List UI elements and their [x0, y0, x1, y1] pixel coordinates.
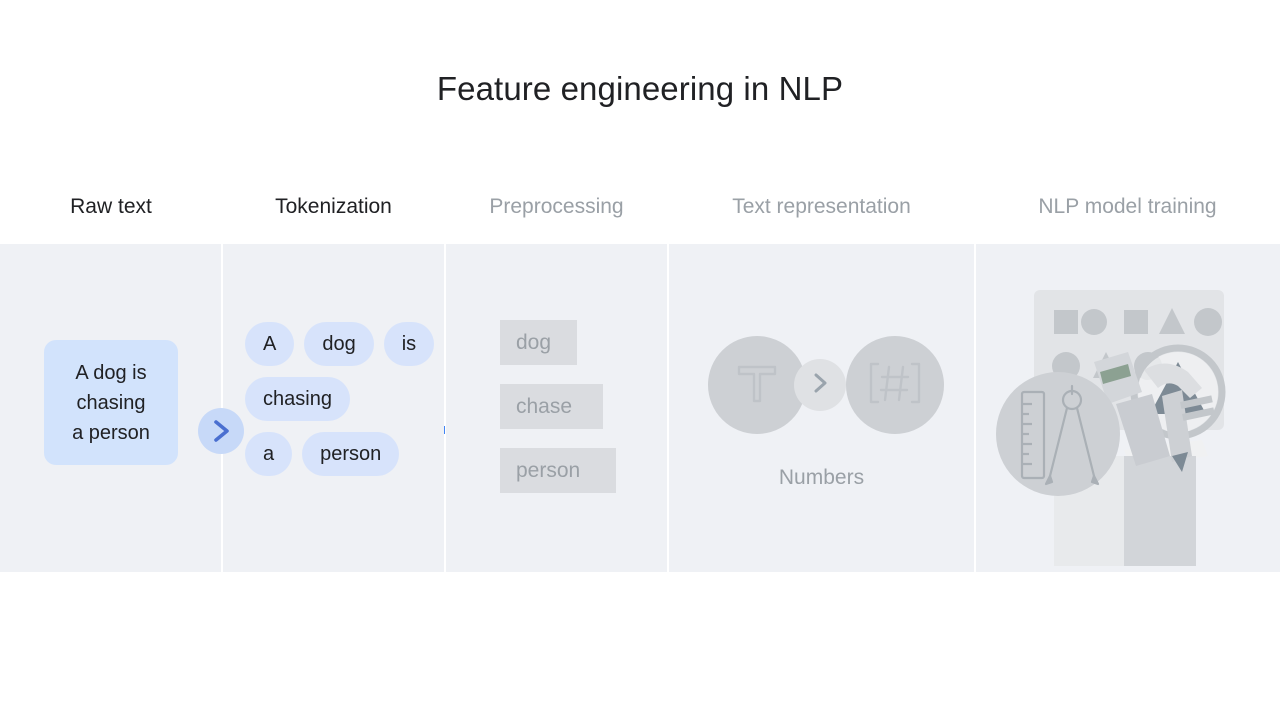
preprocessing-box: dog [500, 320, 577, 365]
panel-preprocessing: dog chase person [446, 244, 667, 572]
toolbox-shapes-illustration [976, 244, 1280, 572]
token-chip[interactable]: A [245, 322, 295, 366]
chevron-right-icon [210, 418, 232, 444]
text-t-icon [729, 355, 785, 416]
panel-raw-text: A dog is chasing a person [0, 244, 221, 572]
ruler-compass-circle [996, 372, 1120, 496]
token-row: A dog is [245, 322, 445, 366]
token-chip[interactable]: person [302, 432, 400, 476]
token-chip[interactable]: dog [304, 322, 374, 366]
step-label-preprocessing[interactable]: Preprocessing [445, 190, 668, 224]
step-label-tokenization[interactable]: Tokenization [222, 190, 445, 224]
stepper-current-marker[interactable] [198, 408, 244, 454]
text-representation-chevron-circle [794, 359, 846, 411]
panel-nlp-model-training [976, 244, 1280, 572]
panel-text-representation: Numbers [669, 244, 974, 572]
panel-tokenization: A dog is chasing a person [223, 244, 444, 572]
token-chip[interactable]: a [245, 432, 293, 476]
step-label-nlp-model-training[interactable]: NLP model training [975, 190, 1280, 224]
text-t-circle [708, 336, 806, 434]
bracket-hash-circle [846, 336, 944, 434]
step-label-raw-text[interactable]: Raw text [0, 190, 222, 224]
preprocessing-box: chase [500, 384, 603, 429]
open-box-side [1124, 456, 1196, 566]
preprocessing-box-list: dog chase person [500, 320, 616, 512]
token-row: a person [245, 432, 445, 476]
token-chip[interactable]: is [383, 322, 435, 366]
raw-text-card: A dog is chasing a person [44, 340, 178, 465]
chevron-right-icon [810, 371, 830, 400]
step-label-text-representation[interactable]: Text representation [668, 190, 975, 224]
preprocessing-box: person [500, 448, 616, 493]
token-chip-list: A dog is chasing a person [245, 322, 445, 487]
token-chip[interactable]: chasing [245, 377, 350, 421]
token-row: chasing [245, 377, 445, 421]
text-representation-caption: Numbers [778, 466, 865, 489]
bracket-hash-icon [864, 355, 926, 416]
text-representation-graphic: Numbers [669, 244, 974, 572]
page-title: Feature engineering in NLP [436, 70, 844, 107]
stepper: Raw text Tokenization Preprocessing Text… [0, 190, 1280, 454]
slide-root: Feature engineering in NLP Raw text Toke… [0, 0, 1280, 720]
